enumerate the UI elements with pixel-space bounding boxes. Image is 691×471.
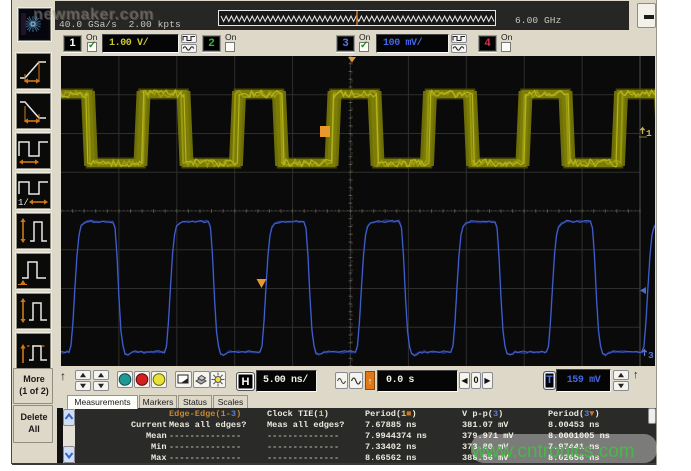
svg-text:3: 3 <box>648 350 654 361</box>
svg-text:1/: 1/ <box>18 198 29 207</box>
